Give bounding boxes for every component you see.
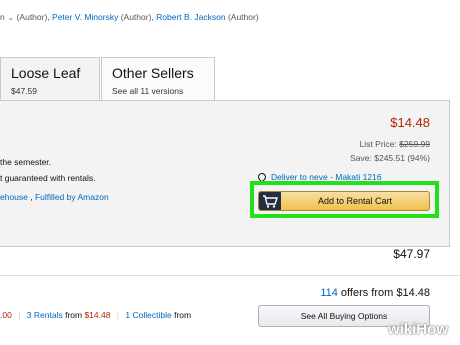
offer-price: .00 [0,310,12,320]
highlight-box [250,181,439,218]
rental-note-1: the semester. [0,157,52,167]
offers-text: offers from $14.48 [337,287,430,299]
seller-info: ehouse , Fulfilled by Amazon [0,192,109,202]
list-price-value: $259.99 [399,139,430,149]
author-link-jackson[interactable]: Robert B. Jackson [156,12,225,22]
collectible-link[interactable]: 1 Collectible [125,310,171,320]
offers-breakdown: .00 | 3 Rentals from $14.48 | 1 Collecti… [0,310,191,320]
from-text: from [171,310,192,320]
fulfilled-by-amazon-link[interactable]: Fulfilled by Amazon [35,192,109,202]
rental-note-2: t guaranteed with rentals. [0,173,96,183]
separator: | [116,310,120,320]
list-price: List Price: $259.99 [360,139,430,149]
tab-title: Loose Leaf [11,65,81,81]
tab-other-sellers[interactable]: Other Sellers See all 11 versions [101,57,215,100]
author-role: (Author) [225,12,259,22]
seller-sep: , [27,192,35,202]
rental-price: $14.48 [390,115,430,130]
from-text: from [62,310,85,320]
savings-text: Save: $245.51 (94%) [350,153,430,163]
author-role: (Author), [14,12,53,22]
offers-summary: 114 offers from $14.48 [320,287,430,299]
rentals-price: $14.48 [84,310,111,320]
author-fragment: n [0,12,5,22]
tab-price: $47.59 [11,86,37,96]
rentals-link[interactable]: 3 Rentals [27,310,63,320]
tab-title: Other Sellers [112,65,194,81]
offers-count-link[interactable]: 114 [320,287,338,299]
buy-price: $47.97 [393,247,430,261]
author-line: n ⌄ (Author), Peter V. Minorsky (Author)… [0,12,259,23]
author-link-minorsky[interactable]: Peter V. Minorsky [52,12,118,22]
seller-link[interactable]: ehouse [0,192,28,202]
tab-subtitle: See all 11 versions [112,86,184,96]
tab-loose-leaf[interactable]: Loose Leaf $47.59 [0,57,100,100]
author-role: (Author), [118,12,157,22]
divider [0,275,460,276]
separator: | [18,310,21,320]
list-price-label: List Price: [359,139,400,149]
wikihow-watermark: wikiHow [388,321,449,338]
